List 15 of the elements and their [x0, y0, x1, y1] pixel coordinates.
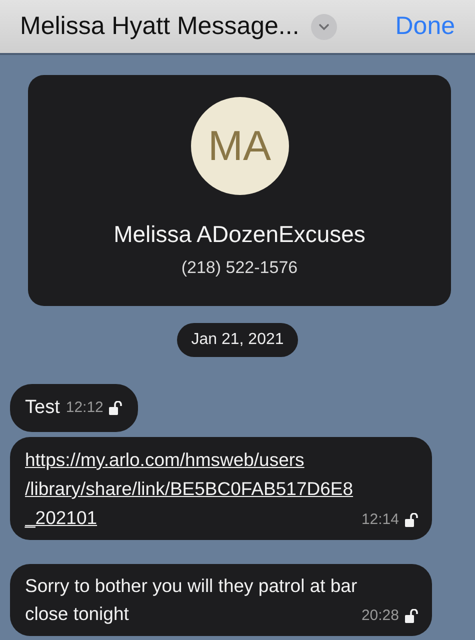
- unlocked-padlock-icon: [405, 513, 418, 527]
- avatar: MA: [190, 97, 288, 195]
- message-text: Sorry to bother you will they patrol at bar close tonight: [25, 574, 358, 626]
- message-text: Test: [25, 396, 60, 420]
- phone-number: (218) 522-1576: [181, 258, 298, 278]
- message-time: 12:14: [361, 510, 399, 530]
- message-time: 12:12: [66, 398, 104, 418]
- date-pill: Jan 21, 2021: [177, 323, 298, 357]
- unlocked-padlock-icon: [405, 609, 418, 623]
- chevron-down-icon[interactable]: [311, 14, 338, 40]
- window-title: Melissa Hyatt Message...: [20, 12, 300, 41]
- unlocked-padlock-icon: [109, 401, 122, 415]
- message-time: 20:28: [361, 606, 399, 626]
- contact-name: Melissa ADozenExcuses: [114, 221, 366, 248]
- message-link[interactable]: https://my.arlo.com/hmsweb/users /library/share/link/BE5BC0FAB517D6E8 _202101: [25, 445, 354, 532]
